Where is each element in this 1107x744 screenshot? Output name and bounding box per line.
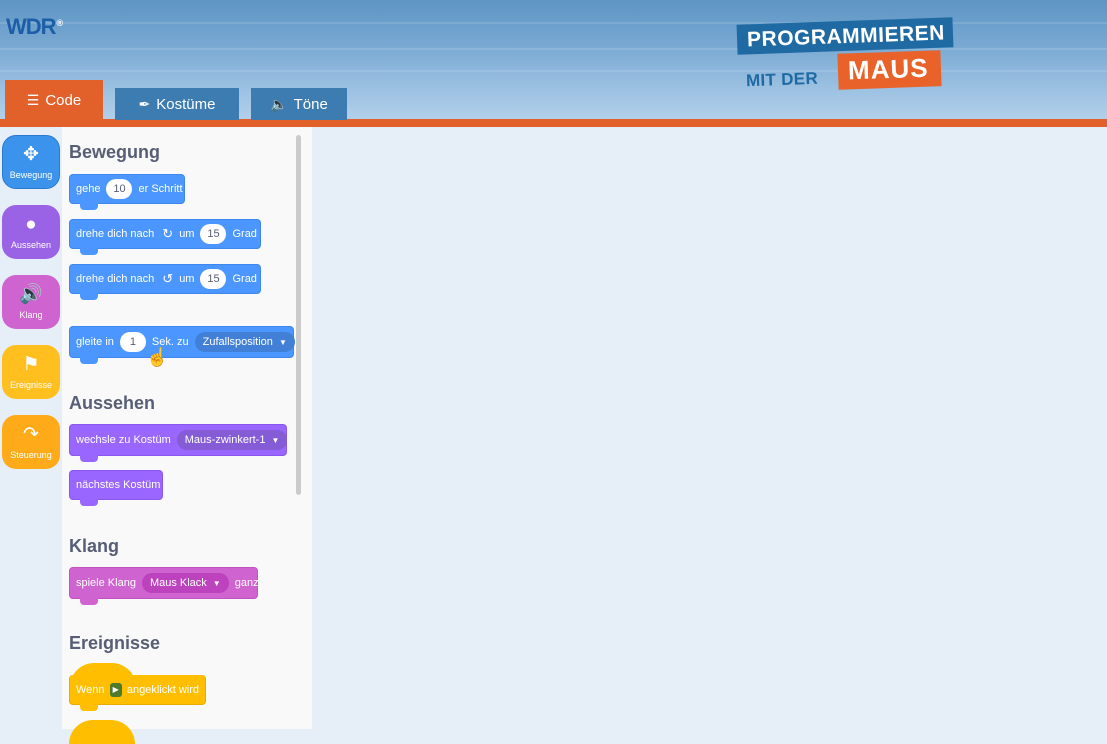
category-label: Klang xyxy=(19,310,43,320)
chevron-down-icon: ▼ xyxy=(271,435,280,445)
block-notch xyxy=(80,455,98,462)
shuffle-icon: ↷ xyxy=(23,424,39,445)
block-switch-costume[interactable]: wechsle zu Kostüm Maus-zwinkert-1 ▼ xyxy=(69,424,288,462)
brand-line-2: MIT DER xyxy=(745,68,819,91)
block-notch xyxy=(80,704,98,711)
target-dropdown[interactable]: Zufallsposition ▼ xyxy=(194,332,295,352)
category-steuerung[interactable]: ↷ Steuerung xyxy=(2,415,60,469)
block-text: Grad xyxy=(232,273,257,285)
block-text: angeklickt wird xyxy=(126,683,199,696)
block-turn-right[interactable]: drehe dich nach ↻ um 15 Grad xyxy=(69,219,261,255)
degrees-input[interactable]: 15 xyxy=(200,224,227,244)
tab-kostume[interactable]: ✒ Kostüme xyxy=(115,88,239,120)
block-text: Wenn xyxy=(76,683,105,696)
flag-icon: ⚑ xyxy=(22,354,40,375)
category-sidebar: ✥ Bewegung ● Aussehen 🔊 Klang ⚑ Ereignis… xyxy=(0,127,62,729)
chevron-down-icon: ▼ xyxy=(212,578,221,588)
tab-tone[interactable]: 🔈 Töne xyxy=(251,88,347,120)
category-label: Bewegung xyxy=(9,170,53,180)
green-flag-icon: ▶ xyxy=(109,682,122,697)
block-notch xyxy=(80,499,98,506)
category-label: Steuerung xyxy=(10,450,52,460)
section-title-ereignisse: Ereignisse xyxy=(69,633,161,653)
tab-code-label: Code xyxy=(45,91,82,109)
brush-icon: ✒ xyxy=(138,95,151,112)
rotate-left-icon: ↺ xyxy=(162,271,174,286)
section-title-aussehen: Aussehen xyxy=(69,393,156,413)
degrees-input[interactable]: 15 xyxy=(200,269,227,289)
tab-kostume-label: Kostüme xyxy=(156,95,216,113)
section-title-klang: Klang xyxy=(69,536,120,556)
category-ereignisse[interactable]: ⚑ Ereignisse xyxy=(2,345,60,399)
block-text: drehe dich nach xyxy=(76,228,155,240)
speaker-icon: 🔊 xyxy=(19,284,43,305)
hand-cursor-icon: ☝ xyxy=(146,347,169,367)
block-notch xyxy=(80,293,98,300)
block-when-flag-clicked[interactable]: Wenn ▶ angeklickt wird xyxy=(69,663,206,711)
tab-code[interactable]: ☰ Code xyxy=(5,80,103,120)
dropdown-value: Maus-zwinkert-1 xyxy=(184,434,266,446)
brand-line-1: PROGRAMMIEREN xyxy=(736,17,954,55)
section-title-bewegung: Bewegung xyxy=(69,142,161,162)
block-notch xyxy=(80,203,98,210)
block-text: ganz xyxy=(234,577,259,589)
tab-tone-label: Töne xyxy=(293,95,328,113)
move-icon: ✥ xyxy=(23,144,39,165)
category-label: Aussehen xyxy=(10,240,52,250)
costume-dropdown[interactable]: Maus-zwinkert-1 ▼ xyxy=(176,430,288,450)
block-text: gehe xyxy=(76,183,101,195)
block-text: Grad xyxy=(232,228,257,240)
block-notch xyxy=(80,357,98,364)
category-aussehen[interactable]: ● Aussehen xyxy=(2,205,60,259)
programmieren-mit-der-maus-logo: PROGRAMMIEREN MIT DER MAUS xyxy=(736,17,976,98)
palette-scrollbar[interactable] xyxy=(296,135,301,495)
person-icon: ● xyxy=(25,214,37,235)
category-bewegung[interactable]: ✥ Bewegung xyxy=(2,135,60,189)
block-next-costume[interactable]: nächstes Kostüm xyxy=(69,470,163,506)
rotate-right-icon: ↻ xyxy=(162,226,174,241)
block-notch xyxy=(80,598,98,605)
dropdown-value: Zufallsposition xyxy=(202,336,273,348)
tab-underline xyxy=(0,119,1107,127)
block-turn-left[interactable]: drehe dich nach ↺ um 15 Grad xyxy=(69,264,261,300)
wdr-logo[interactable]: WDR® xyxy=(6,14,63,40)
speaker-icon: 🔈 xyxy=(270,95,288,112)
block-text: gleite in xyxy=(76,336,114,348)
code-icon: ☰ xyxy=(26,91,40,108)
block-move-steps[interactable]: gehe 10 er Schritt xyxy=(69,174,185,210)
block-text: drehe dich nach xyxy=(76,273,155,285)
category-klang[interactable]: 🔊 Klang xyxy=(2,275,60,329)
block-play-sound[interactable]: spiele Klang Maus Klack ▼ ganz xyxy=(69,567,259,605)
brand-line-3: MAUS xyxy=(837,50,942,90)
seconds-input[interactable]: 1 xyxy=(119,332,146,352)
steps-input[interactable]: 10 xyxy=(106,179,133,199)
dropdown-value: Maus Klack xyxy=(149,577,207,589)
sound-dropdown[interactable]: Maus Klack ▼ xyxy=(141,573,229,593)
block-event-partial[interactable] xyxy=(69,720,135,744)
block-notch xyxy=(80,248,98,255)
block-text: um xyxy=(179,273,195,285)
category-label: Ereignisse xyxy=(9,380,53,390)
block-text: nächstes Kostüm xyxy=(76,479,161,491)
block-text: spiele Klang xyxy=(76,577,136,589)
block-text: er Schritt xyxy=(138,183,183,195)
chevron-down-icon: ▼ xyxy=(278,337,287,347)
code-workspace[interactable] xyxy=(312,127,1107,729)
block-text: um xyxy=(179,228,195,240)
block-text: wechsle zu Kostüm xyxy=(76,434,171,446)
block-glide-to[interactable]: gleite in 1 Sek. zu Zufallsposition ▼ xyxy=(69,326,295,364)
